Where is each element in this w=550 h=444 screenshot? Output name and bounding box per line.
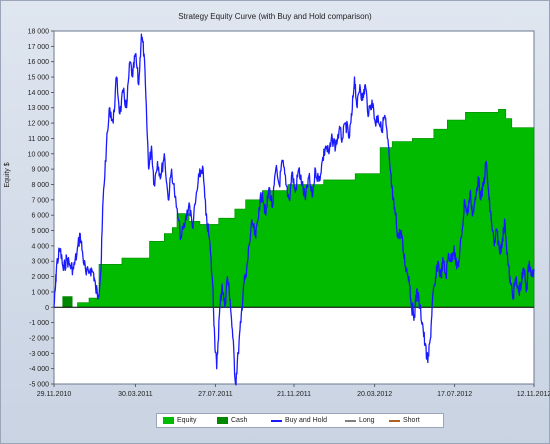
y-tick-label: -1 000 (29, 320, 49, 327)
y-tick-label: 9 000 (31, 167, 49, 174)
y-tick-label: 4 000 (31, 243, 49, 250)
y-tick-label: 17 000 (28, 44, 50, 51)
x-tick-label: 21.11.2011 (277, 391, 311, 398)
y-tick-label: 5 000 (31, 228, 49, 235)
legend-swatch-cash (217, 417, 228, 424)
x-tick-label: 27.07.2011 (198, 391, 233, 398)
equity-chart: 18 000 17 000 16 000 15 000 14 000 13 000 12 0… (28, 29, 550, 399)
y-tick-label: 12 000 (28, 121, 50, 128)
y-tick-label: 14 000 (28, 90, 50, 97)
legend-swatch-long (345, 420, 356, 422)
x-tick-label: 20.03.2012 (357, 391, 392, 398)
x-tick-label: 12.11.2012 (517, 391, 550, 398)
chart-legend: Equity Cash Buy and Hold Long Short (156, 413, 444, 428)
y-tick-label: 6 000 (31, 213, 49, 220)
y-tick-label: 16 000 (28, 59, 50, 66)
x-tick-label: 29.11.2010 (37, 391, 72, 398)
legend-item-equity: Equity (163, 414, 203, 427)
y-tick-label: -3 000 (29, 351, 49, 358)
legend-label-buy-and-hold: Buy and Hold (285, 417, 328, 424)
y-tick-label: 0 (45, 305, 49, 312)
legend-item-long: Long (345, 414, 385, 427)
legend-swatch-buy-and-hold (271, 420, 282, 422)
y-tick-label: 13 000 (28, 105, 50, 112)
y-tick-label: -4 000 (29, 366, 49, 373)
x-tick-label: 30.03.2011 (118, 391, 153, 398)
legend-item-buy-and-hold: Buy and Hold (271, 414, 341, 427)
y-tick-label: 10 000 (28, 151, 50, 158)
x-tick-label: 17.07.2012 (437, 391, 472, 398)
legend-item-short: Short (389, 414, 433, 427)
y-tick-label: 3 000 (31, 259, 49, 266)
y-tick-label: 11 000 (28, 136, 49, 143)
y-tick-label: 1 000 (31, 289, 49, 296)
y-tick-label: 7 000 (31, 197, 49, 204)
legend-swatch-short (389, 420, 400, 422)
y-tick-label: 2 000 (31, 274, 49, 281)
legend-item-cash: Cash (217, 414, 257, 427)
y-ticks-group: 18 000 17 000 16 000 15 000 14 000 13 000 12 0… (28, 29, 54, 389)
legend-label-short: Short (403, 417, 420, 424)
legend-label-cash: Cash (231, 417, 248, 424)
legend-label-equity: Equity (177, 417, 197, 424)
cash-area (62, 296, 73, 308)
y-tick-label: -2 000 (29, 335, 49, 342)
y-tick-label: 15 000 (28, 75, 50, 82)
x-ticks-group: 29.11.2010 30.03.2011 27.07.2011 21.11.2011… (37, 384, 550, 398)
y-tick-label: -5 000 (29, 382, 49, 389)
legend-label-long: Long (359, 417, 375, 424)
y-tick-label: 8 000 (31, 182, 49, 189)
legend-swatch-equity (163, 417, 174, 424)
y-tick-label: 18 000 (28, 29, 50, 36)
